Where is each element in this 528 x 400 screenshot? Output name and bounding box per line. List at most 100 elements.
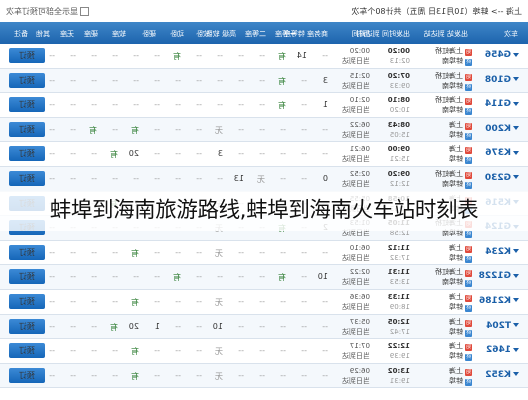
book-button[interactable]: 预订	[9, 146, 45, 162]
seat-availability: 有	[278, 101, 286, 111]
train-number-link[interactable]: G230	[485, 173, 519, 183]
train-number-link[interactable]: 1462	[486, 345, 519, 355]
book-button[interactable]: 预订	[9, 318, 45, 334]
seat-availability: --	[70, 321, 76, 331]
book-button[interactable]: 预订	[9, 97, 45, 113]
train-row: K200 始上海 终蚌埠 08:43 15:05 06:22 当日到达 -- -- -- -- -- 无…	[0, 117, 528, 143]
book-button[interactable]: 预订	[9, 367, 45, 383]
stations: 始上海虹桥终蚌埠南	[435, 268, 472, 288]
seat-availability: --	[259, 346, 265, 356]
seat-availability: --	[238, 272, 244, 282]
book-button[interactable]: 预订	[9, 48, 45, 63]
train-row: G1228 始上海虹桥 终蚌埠南 11:31 13:53 02:22 当日到达 10 -- 有 --…	[0, 265, 528, 290]
train-number-link[interactable]: K376	[485, 148, 519, 158]
seat-availability: 无	[215, 297, 223, 307]
book-button[interactable]: 预订	[9, 269, 45, 285]
seat-availability: --	[154, 296, 160, 306]
train-number-link[interactable]: G108	[485, 75, 519, 85]
times: 12:05 17:42	[387, 317, 410, 336]
train-number-link[interactable]: T204	[486, 321, 519, 331]
column-header[interactable]: 软座	[112, 29, 126, 39]
seat-availability: --	[70, 247, 76, 257]
seat-availability: 有	[278, 273, 286, 283]
times: 00:20 02:13	[387, 47, 410, 65]
seat-availability: --	[49, 321, 55, 331]
column-header[interactable]: 其他	[36, 29, 50, 39]
hide-option-label: 显示全部可预订车次	[6, 7, 78, 16]
seat-availability: 20	[128, 321, 139, 331]
seat-availability: --	[259, 247, 265, 257]
times: 11:31 13:53	[387, 268, 410, 287]
stations: 始上海终蚌埠	[449, 292, 472, 312]
train-number-link[interactable]: G456	[485, 50, 519, 60]
seat-availability: --	[49, 346, 55, 356]
column-header[interactable]: 备注	[14, 29, 28, 39]
book-button[interactable]: 预订	[9, 72, 45, 88]
seat-availability: --	[259, 370, 265, 380]
train-number-link[interactable]: K352	[485, 370, 519, 380]
seat-availability: --	[280, 124, 286, 134]
seat-availability: 20	[128, 149, 139, 159]
duration: 06:10 当日到达	[342, 243, 370, 262]
seat-availability: --	[196, 149, 202, 159]
column-header[interactable]: 出发站 到达站	[424, 29, 468, 39]
column-header[interactable]: 无座	[60, 29, 74, 39]
column-header[interactable]: 一等座	[275, 29, 296, 39]
column-header[interactable]: 二等座	[245, 29, 266, 39]
column-header[interactable]: 历时	[356, 29, 370, 39]
train-row: G114 始上海虹桥 终蚌埠南 08:10 10:20 02:10 当日到达 1 -- 有 -- --…	[0, 93, 528, 118]
seat-availability: 无	[215, 371, 223, 381]
duration: 02:52 当日到达	[342, 169, 370, 188]
seat-availability: --	[196, 75, 202, 85]
seat-availability: --	[259, 272, 265, 282]
train-row: K234 始上海 终蚌埠 11:12 17:32 06:10 当日到达 -- -- -- -- -- 无…	[0, 240, 528, 266]
seat-availability: --	[154, 100, 160, 110]
seat-availability: 有	[278, 52, 286, 61]
book-button[interactable]: 预订	[9, 170, 45, 186]
seat-availability: --	[322, 124, 328, 134]
seat-availability: 1	[154, 321, 160, 331]
duration: 06:22 当日到达	[342, 120, 370, 139]
seat-availability: --	[301, 296, 307, 306]
train-number-link[interactable]: G114	[485, 99, 519, 109]
column-header[interactable]: 硬卧	[142, 29, 156, 39]
seat-availability: --	[91, 321, 97, 331]
stations: 始上海终蚌埠	[449, 342, 472, 362]
hide-unavailable-option[interactable]: 显示全部可预订车次	[6, 6, 89, 17]
column-header[interactable]: 硬座	[84, 29, 98, 39]
seat-availability: --	[70, 346, 76, 356]
seat-availability: --	[322, 247, 328, 257]
caption-overlay: 蚌埠到海南旅游路线,蚌埠到海南火车站时刻表	[0, 191, 528, 231]
seat-availability: --	[238, 321, 244, 331]
train-number-link[interactable]: K200	[485, 124, 519, 134]
seat-availability: --	[49, 75, 55, 85]
book-button[interactable]: 预订	[9, 121, 45, 137]
checkbox-icon[interactable]	[80, 7, 89, 16]
seat-availability: --	[91, 100, 97, 110]
seat-availability: --	[175, 173, 181, 183]
book-button[interactable]: 预订	[9, 244, 45, 260]
train-number-link[interactable]: G1228	[479, 271, 519, 281]
train-number-link[interactable]: K234	[485, 247, 519, 257]
column-header[interactable]: 软卧	[196, 29, 210, 39]
seat-availability: --	[280, 321, 286, 331]
seat-availability: --	[196, 51, 202, 60]
train-number-link[interactable]: K2186	[479, 296, 519, 306]
seat-availability: --	[112, 346, 118, 356]
seat-availability: --	[301, 173, 307, 183]
book-button[interactable]: 预订	[9, 293, 45, 309]
column-header[interactable]: 车次	[504, 29, 518, 39]
seat-availability: --	[49, 124, 55, 134]
stations: 始上海终蚌埠	[449, 145, 472, 165]
query-summary-bar: 上海 --> 蚌埠（10月13日 周五）共计80个车次 显示全部可预订车次	[0, 0, 528, 23]
seat-availability: --	[49, 100, 55, 110]
seat-availability: --	[301, 370, 307, 380]
column-header[interactable]: 高级 软卧	[206, 29, 236, 39]
book-button[interactable]: 预订	[9, 343, 45, 359]
seat-availability: 有	[110, 322, 118, 332]
times: 13:02 19:31	[387, 366, 410, 385]
seat-availability: --	[259, 149, 265, 159]
seat-availability: --	[280, 149, 286, 159]
column-header[interactable]: 动卧	[170, 29, 184, 39]
seat-availability: --	[91, 247, 97, 257]
